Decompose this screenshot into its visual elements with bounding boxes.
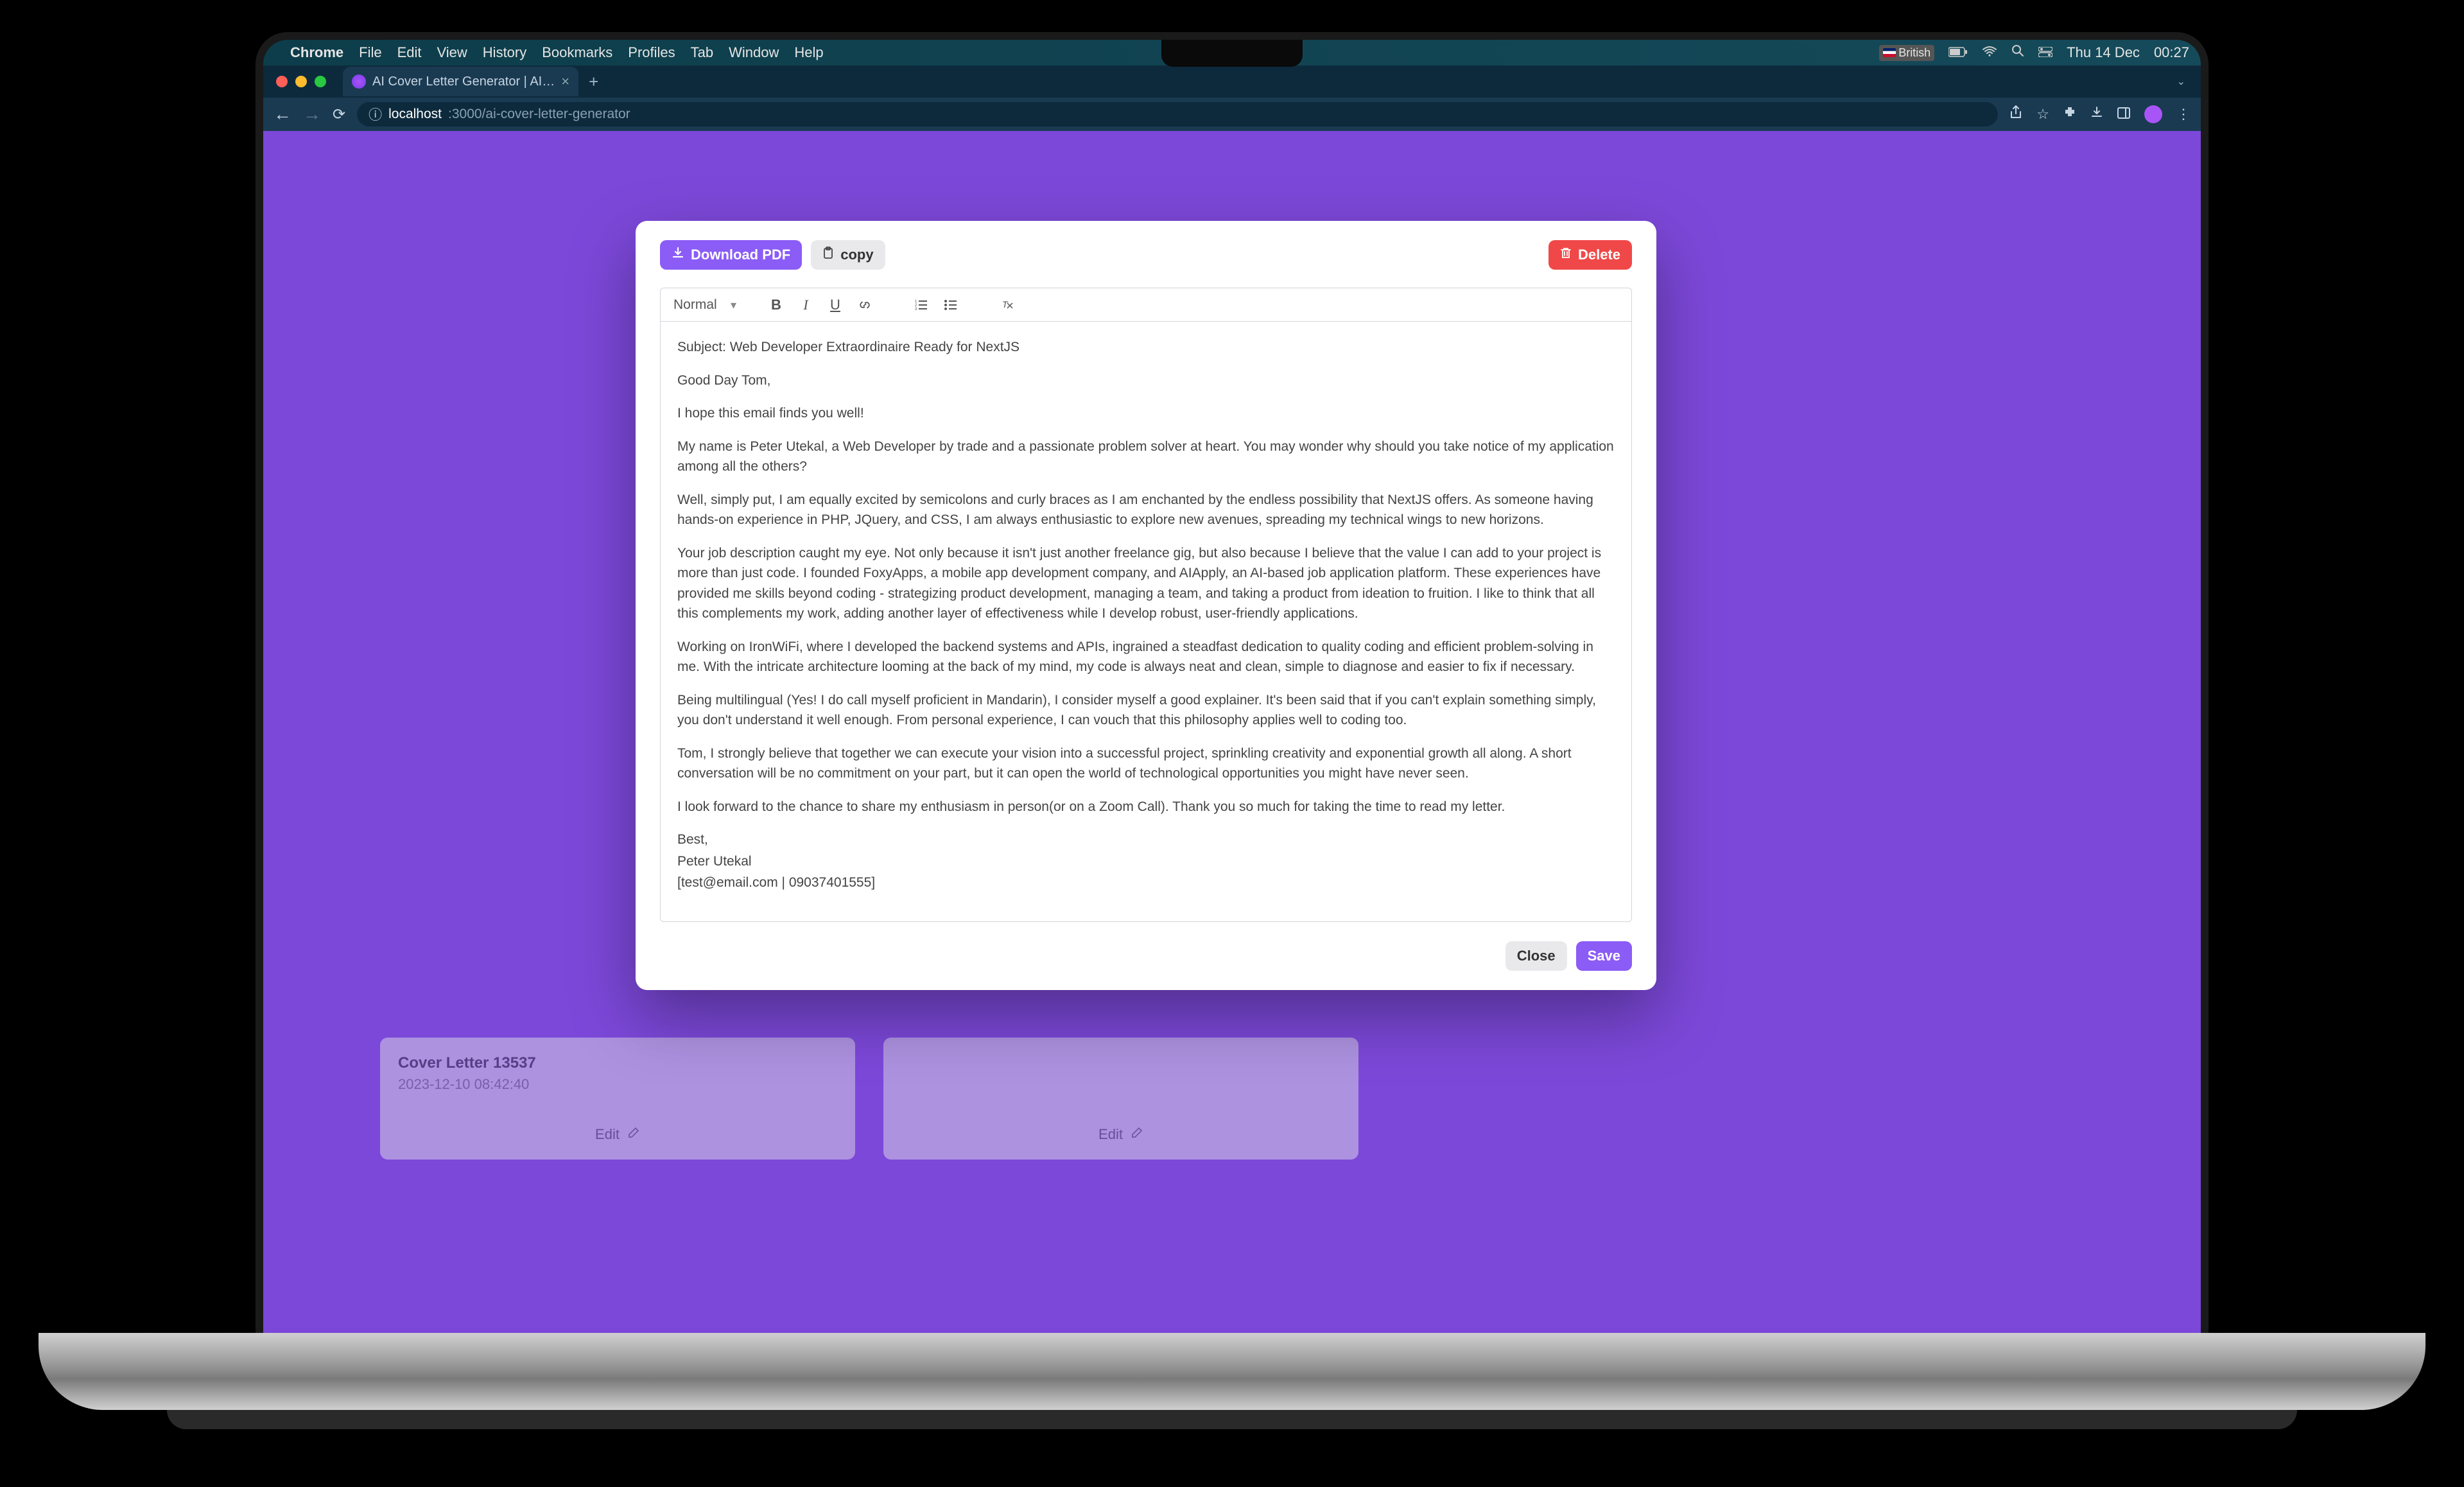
download-label: Download PDF	[691, 247, 790, 263]
url-path: :3000/ai-cover-letter-generator	[448, 107, 630, 122]
profile-avatar[interactable]	[2144, 105, 2162, 123]
letter-paragraph: I look forward to the chance to share my…	[677, 797, 1615, 817]
side-panel-icon[interactable]	[2117, 106, 2130, 123]
forward-button[interactable]: →	[303, 104, 321, 125]
share-icon[interactable]	[2009, 105, 2022, 123]
format-select[interactable]: Normal	[671, 295, 736, 315]
tab-list-chevron-icon[interactable]: ⌄	[2177, 75, 2193, 88]
letter-paragraph: Your job description caught my eye. Not …	[677, 543, 1615, 624]
page-viewport: Cover Letter 13537 2023-12-10 08:42:40 E…	[263, 131, 2201, 1333]
menu-file[interactable]: File	[359, 44, 381, 61]
letter-paragraph: I hope this email finds you well!	[677, 403, 1615, 424]
save-button[interactable]: Save	[1576, 941, 1632, 971]
tab-strip: AI Cover Letter Generator | AI… × + ⌄	[263, 65, 2201, 98]
menu-profiles[interactable]: Profiles	[628, 44, 675, 61]
ordered-list-button[interactable]: 123	[912, 296, 930, 314]
tab-title: AI Cover Letter Generator | AI…	[372, 74, 555, 89]
control-center-icon[interactable]	[2038, 44, 2052, 61]
window-minimize-button[interactable]	[295, 76, 307, 87]
downloads-icon[interactable]	[2090, 106, 2103, 123]
menu-app-name[interactable]: Chrome	[290, 44, 343, 61]
letter-paragraph: Working on IronWiFi, where I developed t…	[677, 637, 1615, 677]
bold-button[interactable]: B	[767, 296, 785, 314]
spotlight-icon[interactable]	[2011, 44, 2024, 61]
letter-paragraph: Being multilingual (Yes! I do call mysel…	[677, 690, 1615, 731]
clear-format-button[interactable]: T	[998, 296, 1016, 314]
menu-history[interactable]: History	[483, 44, 526, 61]
window-maximize-button[interactable]	[315, 76, 326, 87]
copy-button[interactable]: copy	[811, 240, 885, 270]
underline-button[interactable]: U	[826, 296, 844, 314]
rich-text-editor: Normal B I U 123 T Subject	[660, 288, 1632, 922]
chrome-menu-icon[interactable]: ⋮	[2176, 106, 2191, 123]
svg-text:3: 3	[915, 308, 917, 311]
new-tab-button[interactable]: +	[589, 72, 598, 92]
back-button[interactable]: ←	[273, 104, 291, 125]
letter-paragraph: My name is Peter Utekal, a Web Developer…	[677, 437, 1615, 477]
letter-paragraph: Tom, I strongly believe that together we…	[677, 744, 1615, 784]
input-language-badge[interactable]: British	[1879, 45, 1934, 61]
tab-close-button[interactable]: ×	[561, 73, 569, 90]
letter-paragraph: Well, simply put, I am equally excited b…	[677, 490, 1615, 530]
clipboard-icon	[822, 247, 834, 263]
letter-closing: Best,	[677, 830, 1615, 850]
bullet-list-button[interactable]	[942, 296, 960, 314]
menu-window[interactable]: Window	[729, 44, 779, 61]
trash-icon	[1560, 247, 1572, 263]
language-label: British	[1898, 46, 1930, 60]
address-bar: ← → ⟳ ⓘ localhost :3000/ai-cover-letter-g…	[263, 98, 2201, 131]
letter-subject: Subject: Web Developer Extraordinaire Re…	[677, 337, 1615, 358]
extensions-icon[interactable]	[2063, 106, 2076, 123]
editor-content[interactable]: Subject: Web Developer Extraordinaire Re…	[661, 322, 1631, 921]
editor-modal: Download PDF copy Delete	[636, 221, 1656, 990]
letter-contact: [test@email.com | 09037401555]	[677, 873, 1615, 893]
url-input[interactable]: ⓘ localhost :3000/ai-cover-letter-generat…	[357, 102, 1998, 126]
wifi-icon[interactable]	[1982, 44, 1997, 61]
url-host: localhost	[388, 107, 442, 122]
menu-tab[interactable]: Tab	[691, 44, 713, 61]
tab-favicon-icon	[352, 74, 366, 89]
link-button[interactable]	[856, 296, 874, 314]
menu-bookmarks[interactable]: Bookmarks	[542, 44, 612, 61]
bookmark-star-icon[interactable]: ☆	[2036, 106, 2049, 123]
copy-label: copy	[840, 247, 873, 263]
battery-icon[interactable]	[1948, 44, 1968, 61]
close-button[interactable]: Close	[1505, 941, 1567, 971]
menubar-date[interactable]: Thu 14 Dec	[2067, 44, 2140, 61]
editor-toolbar: Normal B I U 123 T	[661, 288, 1631, 322]
menubar-time[interactable]: 00:27	[2154, 44, 2189, 61]
menu-view[interactable]: View	[437, 44, 467, 61]
download-pdf-button[interactable]: Download PDF	[660, 240, 802, 270]
letter-signature-name: Peter Utekal	[677, 851, 1615, 872]
italic-button[interactable]: I	[797, 296, 815, 314]
letter-greeting: Good Day Tom,	[677, 370, 1615, 391]
menu-help[interactable]: Help	[794, 44, 823, 61]
window-close-button[interactable]	[276, 76, 288, 87]
reload-button[interactable]: ⟳	[333, 105, 345, 124]
delete-label: Delete	[1578, 247, 1620, 263]
browser-tab[interactable]: AI Cover Letter Generator | AI… ×	[343, 67, 578, 96]
site-info-icon[interactable]: ⓘ	[369, 105, 382, 124]
menu-edit[interactable]: Edit	[397, 44, 422, 61]
download-icon	[672, 247, 684, 263]
flag-icon	[1883, 48, 1896, 57]
delete-button[interactable]: Delete	[1549, 240, 1632, 270]
